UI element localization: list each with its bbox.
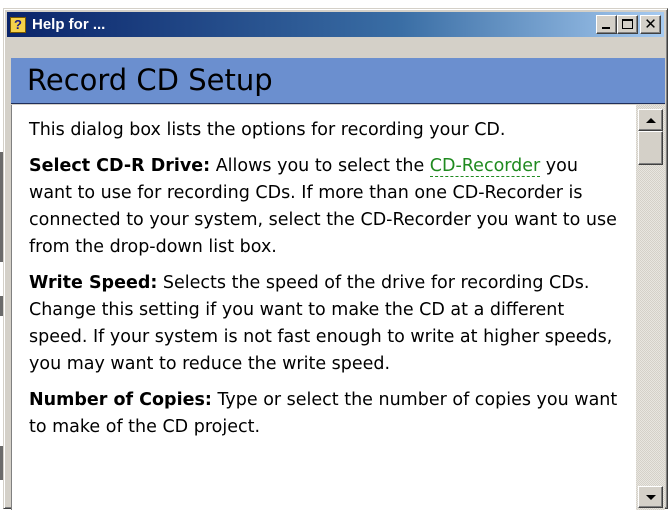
close-icon: ✕ <box>644 15 657 33</box>
arrow-up-icon <box>645 117 656 123</box>
restore-icon <box>622 19 633 29</box>
vertical-scrollbar[interactable] <box>636 105 665 510</box>
window-title: Help for ... <box>32 16 106 33</box>
scroll-down-button[interactable] <box>638 486 663 508</box>
intro-paragraph: This dialog box lists the options for re… <box>29 120 506 140</box>
help-window: ? Help for ... ✕ Record CD Setup This di… <box>3 8 668 510</box>
arrow-down-icon <box>645 494 656 500</box>
title-bar[interactable]: ? Help for ... ✕ <box>7 12 664 37</box>
help-content-pane[interactable]: This dialog box lists the options for re… <box>11 105 636 510</box>
restore-button[interactable] <box>617 15 638 34</box>
section-select-drive: Select CD-R Drive: Allows you to select … <box>29 153 625 261</box>
section-text: Allows you to select the <box>210 156 430 176</box>
section-number-of-copies: Number of Copies: Type or select the num… <box>29 387 625 441</box>
topic-heading: Record CD Setup <box>27 63 273 97</box>
cd-recorder-glossary-link[interactable]: CD-Recorder <box>429 156 541 177</box>
section-write-speed: Write Speed: Selects the speed of the dr… <box>29 270 625 378</box>
close-button[interactable]: ✕ <box>640 15 661 34</box>
scroll-thumb[interactable] <box>638 131 663 165</box>
scroll-up-button[interactable] <box>638 109 663 131</box>
minimize-button[interactable] <box>596 15 617 34</box>
section-term: Select CD-R Drive: <box>29 156 211 176</box>
minimize-icon <box>602 27 610 29</box>
topic-heading-bar: Record CD Setup <box>11 58 665 104</box>
section-term: Write Speed: <box>29 273 158 293</box>
section-term: Number of Copies: <box>29 390 212 410</box>
caption-buttons: ✕ <box>596 15 661 34</box>
help-app-icon[interactable]: ? <box>10 16 26 33</box>
